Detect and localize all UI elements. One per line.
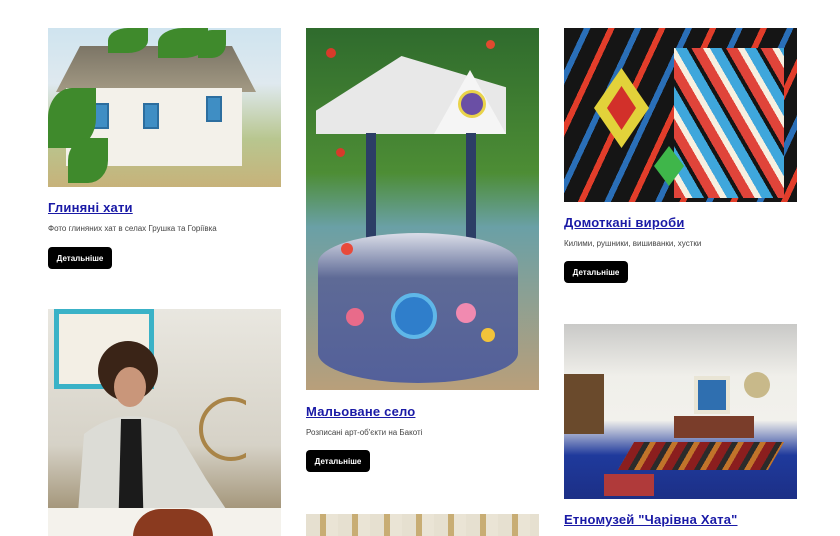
decor-shape [744,372,770,398]
clay-house-photo[interactable] [48,28,281,187]
partial-photo[interactable] [306,514,539,536]
flower-shape [391,293,437,339]
details-button[interactable]: Детальніше [564,261,628,283]
window-shape [143,103,159,129]
card-title[interactable]: Домоткані вироби [564,215,685,230]
details-button[interactable]: Детальніше [48,247,112,269]
woman-spinning-photo[interactable] [48,309,281,536]
flower-shape [486,40,495,49]
card-subtitle: Розписані арт-об'єкти на Бакоті [306,428,423,437]
card-title[interactable]: Глиняні хати [48,200,133,215]
card-subtitle: Килими, рушники, вишиванки, хустки [564,239,702,248]
flower-shape [456,303,476,323]
bread-shape [133,509,213,536]
leaf-shape [68,138,108,183]
card-subtitle: Фото глиняних хат в селах Грушка та Горі… [48,224,217,233]
museum-interior-photo[interactable] [564,324,797,499]
roof-shape [56,46,256,92]
card-title[interactable]: Етномузей "Чарівна Хата" [564,512,738,527]
flower-shape [346,308,364,326]
rug-shape [604,474,654,496]
flower-shape [481,328,495,342]
flower-shape [326,48,336,58]
flower-shape [458,90,486,118]
painted-well-photo[interactable] [306,28,539,390]
leaf-shape [108,28,148,53]
textile-border [674,48,784,198]
woman-figure [76,341,246,536]
flower-shape [336,148,345,157]
bench-shape [674,416,754,438]
rug-shape [617,442,785,470]
card-title[interactable]: Мальоване село [306,404,415,419]
woven-textile-photo[interactable] [564,28,797,202]
furniture-shape [564,374,604,434]
details-button[interactable]: Детальніше [306,450,370,472]
well-post-shape [366,133,376,243]
window-shape [694,376,730,414]
window-shape [206,96,222,122]
leaf-shape [198,30,226,58]
flower-shape [341,243,353,255]
